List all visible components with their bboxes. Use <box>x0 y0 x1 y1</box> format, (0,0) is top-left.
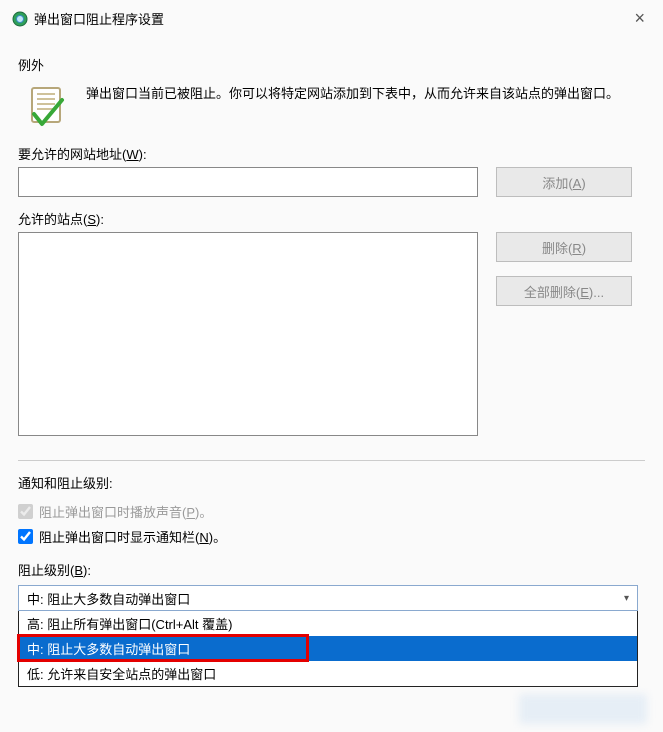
side-buttons: 删除(R) 全部删除(E)... <box>496 232 632 306</box>
remove-button[interactable]: 删除(R) <box>496 232 632 262</box>
block-level-dropdown: 高: 阻止所有弹出窗口(Ctrl+Alt 覆盖) 中: 阻止大多数自动弹出窗口 … <box>18 611 638 687</box>
divider <box>18 460 645 461</box>
chevron-down-icon: ▾ <box>624 593 629 604</box>
content: 例外 弹出窗口当前已被阻止。你可以将特定网站添加到下表中，从而允许来自该站点的弹… <box>0 37 663 697</box>
notify-bar-label: 阻止弹出窗口时显示通知栏(N)。 <box>39 527 226 546</box>
document-check-icon <box>26 84 70 128</box>
notify-bar-checkbox-row[interactable]: 阻止弹出窗口时显示通知栏(N)。 <box>18 527 645 546</box>
block-level-label: 阻止级别(B): <box>18 560 645 579</box>
close-icon[interactable]: × <box>628 8 651 29</box>
allowed-sites-label: 允许的站点(S): <box>18 209 645 228</box>
website-input[interactable] <box>18 167 478 197</box>
block-level-combo-wrap: 中: 阻止大多数自动弹出窗口 ▾ 高: 阻止所有弹出窗口(Ctrl+Alt 覆盖… <box>18 585 645 687</box>
add-button[interactable]: 添加(A) <box>496 167 632 197</box>
sound-checkbox[interactable] <box>18 504 33 519</box>
titlebar-left: 弹出窗口阻止程序设置 <box>12 9 164 28</box>
notify-bar-checkbox[interactable] <box>18 529 33 544</box>
block-level-combobox[interactable]: 中: 阻止大多数自动弹出窗口 ▾ <box>18 585 638 611</box>
allowed-row: 删除(R) 全部删除(E)... <box>18 232 645 436</box>
titlebar: 弹出窗口阻止程序设置 × <box>0 0 663 37</box>
info-row: 弹出窗口当前已被阻止。你可以将特定网站添加到下表中，从而允许来自该站点的弹出窗口… <box>26 84 645 128</box>
dropdown-item-medium[interactable]: 中: 阻止大多数自动弹出窗口 <box>19 636 637 661</box>
dropdown-item-high[interactable]: 高: 阻止所有弹出窗口(Ctrl+Alt 覆盖) <box>19 611 637 636</box>
website-label: 要允许的网站地址(W): <box>18 144 645 163</box>
website-row: 添加(A) <box>18 167 645 197</box>
dropdown-item-low[interactable]: 低: 允许来自安全站点的弹出窗口 <box>19 661 637 686</box>
sound-label: 阻止弹出窗口时播放声音(P)。 <box>39 502 212 521</box>
sound-checkbox-row[interactable]: 阻止弹出窗口时播放声音(P)。 <box>18 502 645 521</box>
blurred-region <box>519 694 647 724</box>
notify-heading: 通知和阻止级别: <box>18 473 645 492</box>
combo-selected-text: 中: 阻止大多数自动弹出窗口 <box>27 589 190 608</box>
remove-all-button[interactable]: 全部删除(E)... <box>496 276 632 306</box>
allowed-sites-listbox[interactable] <box>18 232 478 436</box>
info-text: 弹出窗口当前已被阻止。你可以将特定网站添加到下表中，从而允许来自该站点的弹出窗口… <box>86 84 619 128</box>
exceptions-heading: 例外 <box>18 55 645 74</box>
app-icon <box>12 11 28 27</box>
window-title: 弹出窗口阻止程序设置 <box>34 9 164 28</box>
